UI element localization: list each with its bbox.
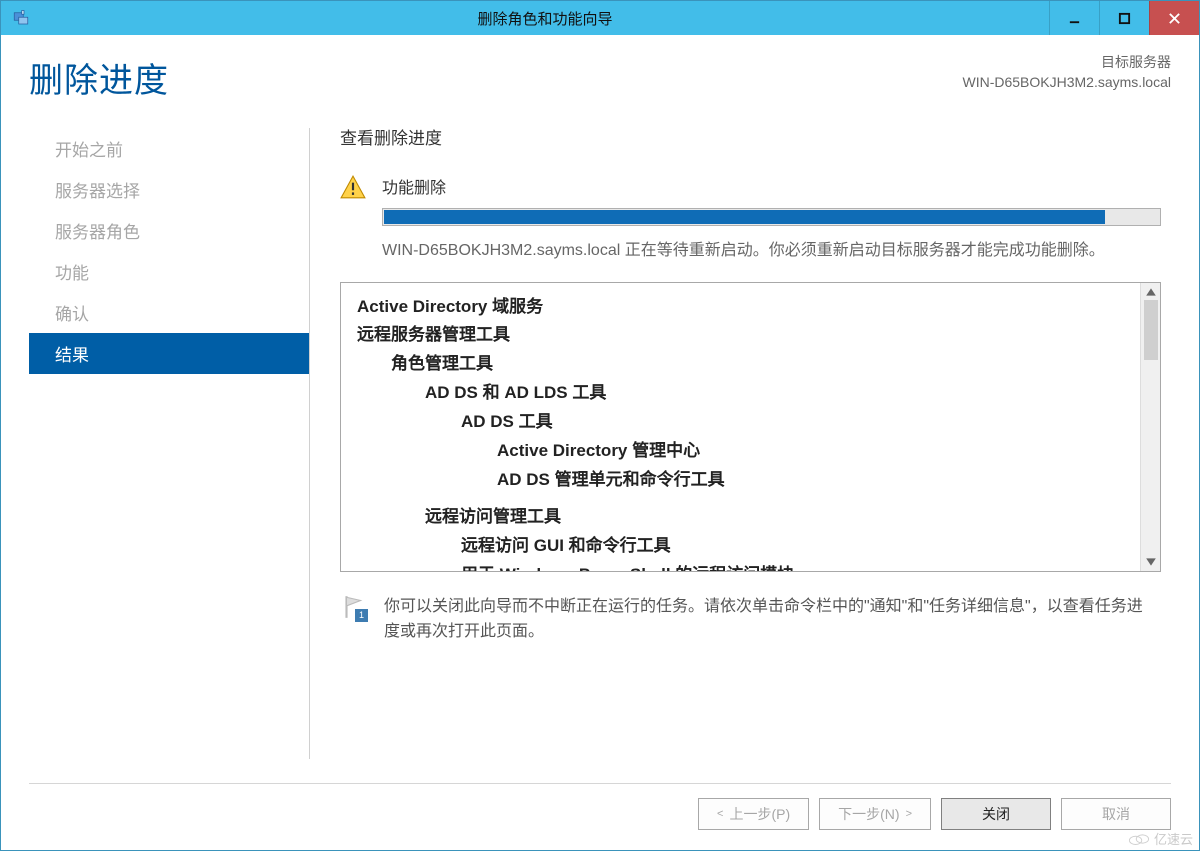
results-box: Active Directory 域服务 远程服务器管理工具 角色管理工具 AD… [340,282,1161,572]
wizard-nav: 开始之前 服务器选择 服务器角色 功能 确认 结果 [29,114,309,769]
nav-item-confirmation: 确认 [29,292,309,333]
result-item: 远程服务器管理工具 [357,321,1124,350]
previous-label: 上一步(P) [729,804,790,824]
close-label: 关闭 [982,804,1010,824]
result-item: 角色管理工具 [357,350,1124,379]
titlebar: 删除角色和功能向导 [1,1,1199,35]
scrollbar[interactable] [1140,283,1160,571]
result-item: AD DS 管理单元和命令行工具 [357,466,1124,495]
wizard-window: 删除角色和功能向导 删除进度 目标服务器 WIN-D65BOKJH3M2.say… [0,0,1200,851]
target-label: 目标服务器 [963,53,1172,73]
result-separator [357,495,1124,503]
scroll-thumb[interactable] [1144,300,1158,360]
target-server: WIN-D65BOKJH3M2.sayms.local [963,73,1172,93]
watermark-text: 亿速云 [1154,829,1193,848]
scroll-down-icon[interactable] [1145,556,1157,568]
next-label: 下一步(N) [838,804,899,824]
window-title: 删除角色和功能向导 [41,1,1049,35]
status-title: 功能删除 [382,174,446,198]
nav-item-before-you-begin: 开始之前 [29,128,309,169]
target-server-info: 目标服务器 WIN-D65BOKJH3M2.sayms.local [963,53,1172,92]
notification-badge: 1 [355,609,368,622]
page-title: 删除进度 [29,53,169,102]
close-button[interactable]: 关闭 [941,798,1051,830]
body: 删除进度 目标服务器 WIN-D65BOKJH3M2.sayms.local 开… [1,35,1199,850]
result-item: 远程访问 GUI 和命令行工具 [357,532,1124,561]
previous-button: < 上一步(P) [698,798,809,830]
main-content: 查看删除进度 功能删除 WIN-D65BOKJH3M2.sayms.local … [310,114,1171,769]
result-item: 远程访问管理工具 [357,503,1124,532]
nav-item-server-roles: 服务器角色 [29,210,309,251]
result-item: AD DS 工具 [357,408,1124,437]
progress-bar [382,208,1161,226]
nav-item-results[interactable]: 结果 [29,333,309,374]
next-button: 下一步(N) > [819,798,931,830]
note-row: 1 你可以关闭此向导而不中断正在运行的任务。请依次单击命令栏中的"通知"和"任务… [340,594,1156,645]
result-item: AD DS 和 AD LDS 工具 [357,379,1124,408]
middle: 开始之前 服务器选择 服务器角色 功能 确认 结果 查看删除进度 功能删除 [29,114,1171,769]
notification-flag-icon: 1 [340,594,366,620]
cancel-label: 取消 [1102,804,1130,824]
scroll-up-icon[interactable] [1145,286,1157,298]
close-window-button[interactable] [1149,1,1199,35]
maximize-button[interactable] [1099,1,1149,35]
window-controls [1049,1,1199,35]
app-icon [1,1,41,35]
progress-fill [384,210,1105,224]
results-list[interactable]: Active Directory 域服务 远程服务器管理工具 角色管理工具 AD… [341,283,1140,571]
note-text: 你可以关闭此向导而不中断正在运行的任务。请依次单击命令栏中的"通知"和"任务详细… [384,594,1156,645]
warning-icon [340,174,366,200]
status-message: WIN-D65BOKJH3M2.sayms.local 正在等待重新启动。你必须… [382,238,1156,264]
nav-item-features: 功能 [29,251,309,292]
subheading: 查看删除进度 [340,124,1171,149]
minimize-button[interactable] [1049,1,1099,35]
footer: < 上一步(P) 下一步(N) > 关闭 取消 [29,783,1171,830]
result-item: Active Directory 域服务 [357,293,1124,322]
result-item: 用于 Windows PowerShell 的远程访问模块 [357,561,1124,571]
status-row: 功能删除 [340,174,1171,200]
watermark: 亿速云 [1128,829,1193,848]
chevron-right-icon: > [906,808,912,820]
chevron-left-icon: < [717,808,723,820]
header-row: 删除进度 目标服务器 WIN-D65BOKJH3M2.sayms.local [29,53,1171,102]
result-item: Active Directory 管理中心 [357,437,1124,466]
nav-item-server-selection: 服务器选择 [29,169,309,210]
cancel-button: 取消 [1061,798,1171,830]
